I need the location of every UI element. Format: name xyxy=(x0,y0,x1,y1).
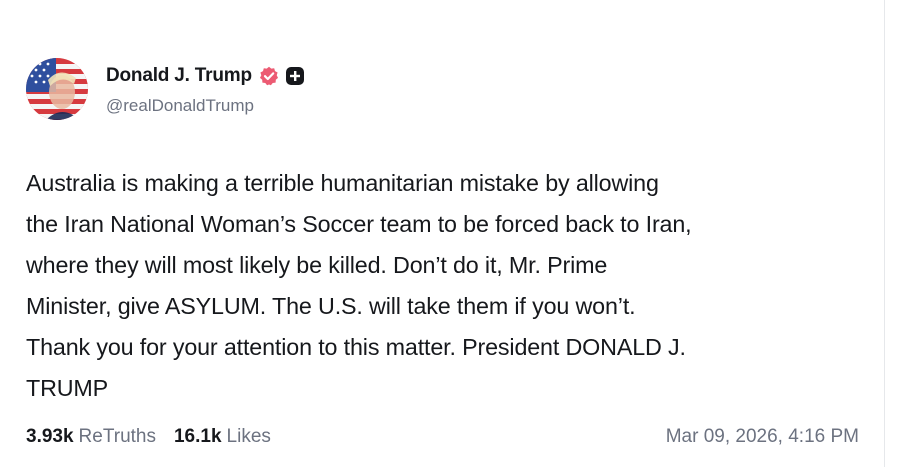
name-row: Donald J. Trump xyxy=(106,65,305,87)
retruths-count: 3.93k xyxy=(26,426,74,447)
avatar-image xyxy=(26,58,88,120)
post-header: Donald J. Trump @realDonaldTrump xyxy=(26,58,305,120)
plus-badge-icon[interactable] xyxy=(285,66,305,86)
avatar[interactable] xyxy=(26,58,88,120)
retruths-stat[interactable]: 3.93k ReTruths xyxy=(26,426,156,448)
author-identity: Donald J. Trump @realDonaldTrump xyxy=(106,65,305,116)
user-handle[interactable]: @realDonaldTrump xyxy=(106,96,305,116)
post-timestamp[interactable]: Mar 09, 2026, 4:16 PM xyxy=(666,426,859,448)
post-footer: 3.93k ReTruths 16.1k Likes Mar 09, 2026,… xyxy=(26,426,859,448)
post-body-text: Australia is making a terrible humanitar… xyxy=(26,170,692,401)
likes-stat[interactable]: 16.1k Likes xyxy=(174,426,271,448)
retruths-label: ReTruths xyxy=(78,426,156,447)
likes-label: Likes xyxy=(226,426,271,447)
post-card: Donald J. Trump @realDonaldTrump Austral… xyxy=(0,0,885,467)
display-name[interactable]: Donald J. Trump xyxy=(106,65,252,87)
likes-count: 16.1k xyxy=(173,426,222,447)
verified-badge-icon xyxy=(259,66,279,86)
